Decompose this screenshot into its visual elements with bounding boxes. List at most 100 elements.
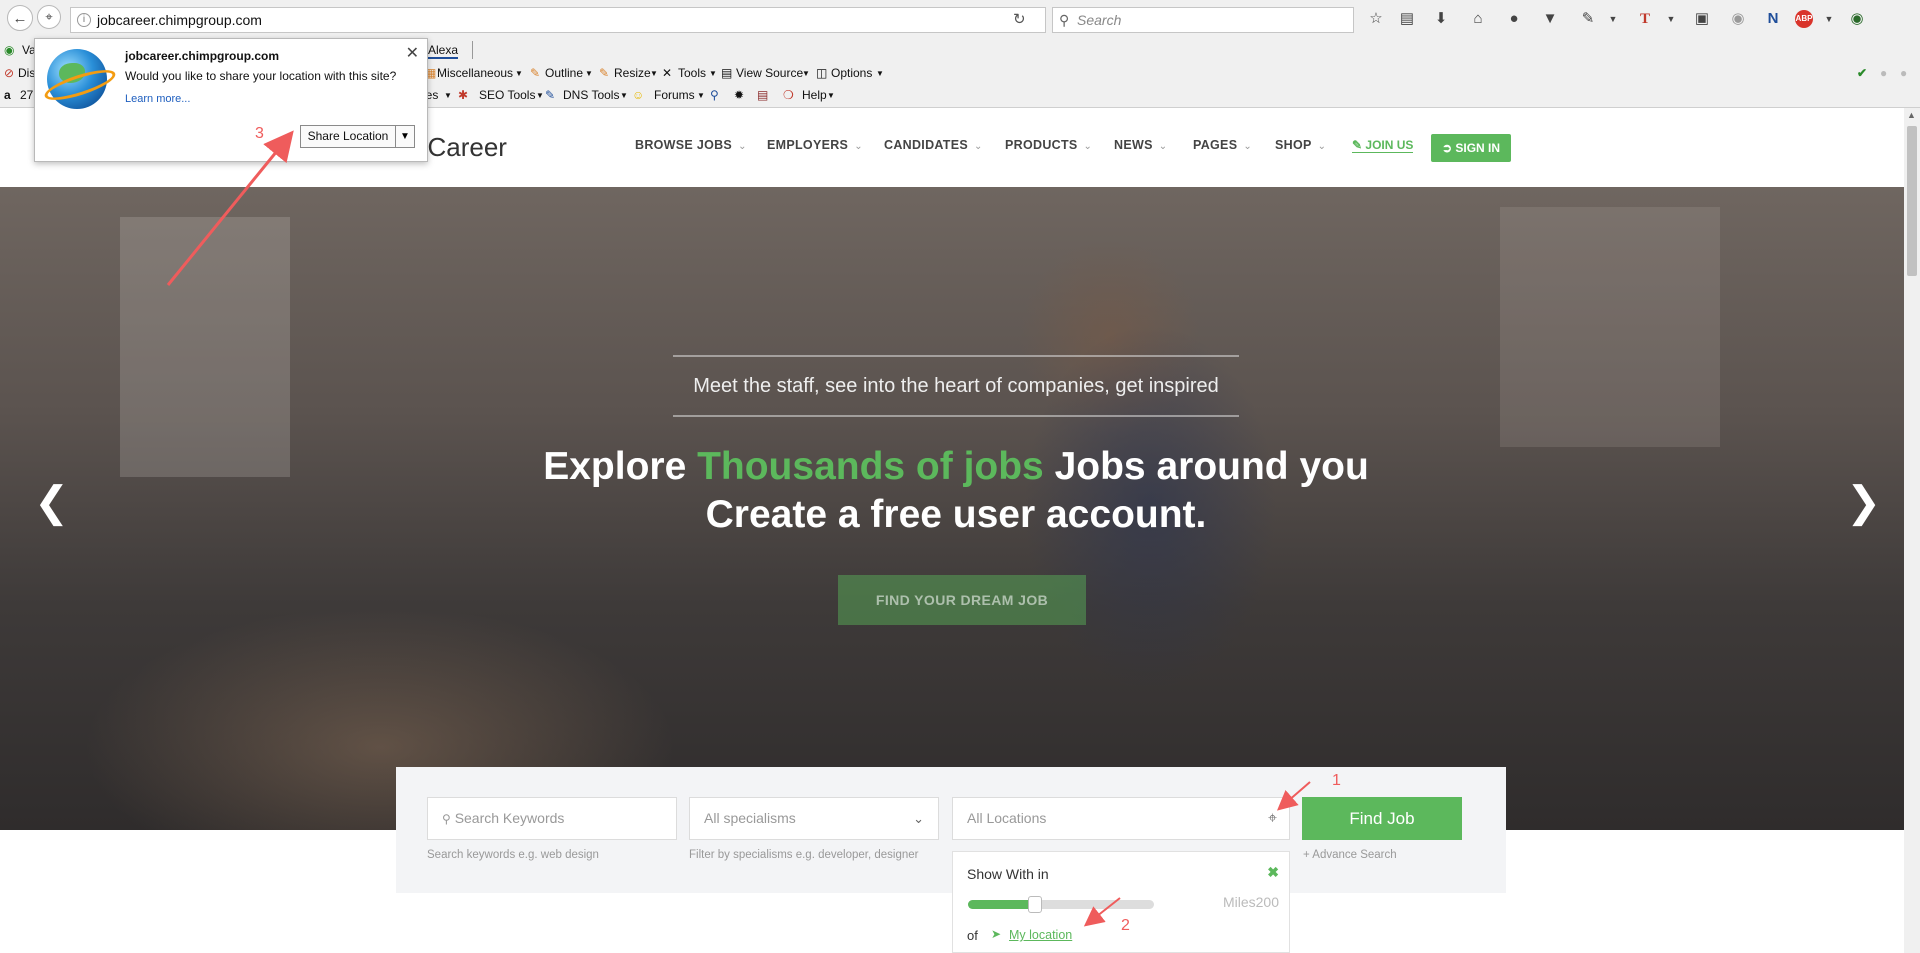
forums-menu[interactable]: Forums — [654, 88, 695, 102]
browser-navbar: ← ⌖ i jobcareer.chimpgroup.com ↻ ⚲ Searc… — [0, 0, 1920, 37]
divider — [472, 41, 473, 59]
ghostery-icon[interactable]: ◉ — [1727, 8, 1749, 30]
hero-banner: Meet the staff, see into the heart of co… — [0, 187, 1904, 830]
divider — [673, 355, 1239, 357]
chevron-down-icon: ▼ — [697, 91, 705, 100]
slider-handle[interactable] — [1027, 896, 1042, 913]
speed-dial-icon[interactable]: ◉ — [1846, 8, 1868, 30]
reading-list-icon[interactable]: ▤ — [1396, 8, 1418, 30]
keywords-placeholder: Search Keywords — [454, 810, 565, 826]
share-location-button[interactable]: Share Location — [300, 125, 396, 148]
nav-label: EMPLOYERS — [767, 138, 849, 152]
wrench-icon: ✎ — [545, 88, 556, 102]
seo-tools-menu[interactable]: SEO Tools — [479, 88, 535, 102]
join-label: JOIN US — [1365, 138, 1414, 152]
my-location-link[interactable]: My location — [1009, 928, 1072, 942]
alexa-link[interactable]: Alexa — [428, 43, 459, 59]
chevron-down-icon: ▼ — [709, 69, 717, 78]
chevron-down-icon: ▼ — [620, 91, 628, 100]
nav-employers[interactable]: EMPLOYERS ⌄ — [767, 138, 863, 152]
help-menu[interactable]: Help — [802, 88, 827, 102]
amazon-icon[interactable]: a — [4, 88, 11, 102]
info-icon[interactable]: i — [77, 13, 91, 27]
find-job-button[interactable]: Find Job — [1302, 797, 1462, 840]
hero-background-window — [120, 217, 290, 477]
disable-icon[interactable]: ⊘ — [4, 66, 14, 80]
url-bar[interactable]: i jobcareer.chimpgroup.com — [70, 7, 1046, 33]
popup-question: Would you like to share your location wi… — [125, 69, 397, 83]
find-dream-job-button[interactable]: FIND YOUR DREAM JOB — [838, 575, 1086, 625]
chevron-down-icon[interactable]: ▼ — [1602, 8, 1624, 30]
sign-in-button[interactable]: ➲ SIGN IN — [1431, 134, 1511, 162]
chevron-down-icon: ▼ — [444, 91, 452, 100]
back-icon[interactable]: ← — [7, 5, 33, 31]
shield-icon[interactable]: ▣ — [1691, 8, 1713, 30]
browser-search-input[interactable]: ⚲ Search — [1052, 7, 1354, 33]
n-extension-icon[interactable]: N — [1762, 8, 1784, 30]
locations-input[interactable]: All Locations ⌖ — [952, 797, 1290, 840]
learn-more-link[interactable]: Learn more... — [125, 93, 190, 105]
slider-prev-arrow-icon[interactable]: ❮ — [34, 477, 69, 526]
location-arrow-icon: ➤ — [991, 927, 1002, 941]
nav-pages[interactable]: PAGES ⌄ — [1193, 138, 1252, 152]
browser-search-placeholder: Search — [1077, 12, 1122, 28]
text-tool-icon[interactable]: T — [1634, 8, 1656, 30]
radius-title: Show With in — [967, 866, 1049, 882]
page-scrollbar[interactable]: ▲ — [1904, 108, 1920, 953]
nav-candidates[interactable]: CANDIDATES ⌄ — [884, 138, 983, 152]
chat-icon[interactable]: ● — [1503, 8, 1525, 30]
toolbar-item[interactable]: Dis — [18, 66, 35, 80]
bookmark-star-icon[interactable]: ☆ — [1365, 8, 1387, 30]
nav-products[interactable]: PRODUCTS ⌄ — [1005, 138, 1092, 152]
pocket-icon[interactable]: ▼ — [1539, 8, 1561, 30]
tools-menu[interactable]: Tools — [678, 66, 706, 80]
scroll-up-icon[interactable]: ▲ — [1907, 110, 1916, 120]
close-icon[interactable]: ✖ — [1267, 864, 1279, 881]
miscellaneous-menu[interactable]: Miscellaneous — [437, 66, 513, 80]
hero-title-text: Explore — [543, 445, 698, 488]
nav-browse-jobs[interactable]: BROWSE JOBS ⌄ — [635, 138, 747, 152]
extension-icon[interactable]: ✎ — [1577, 8, 1599, 30]
outline-menu[interactable]: Outline — [545, 66, 583, 80]
chevron-down-icon: ▼ — [650, 69, 658, 78]
hero-title-line-2: Create a free user account. — [705, 493, 1207, 536]
options-icon: ◫ — [816, 66, 828, 80]
radius-of-label: of — [967, 928, 978, 943]
nav-shop[interactable]: SHOP ⌄ — [1275, 138, 1326, 152]
hero-title-highlight: Thousands of jobs — [697, 445, 1044, 488]
scroll-thumb[interactable] — [1907, 126, 1917, 276]
hero-title-line-1: Explore Thousands of jobs Jobs around yo… — [0, 445, 1904, 489]
advance-search-link[interactable]: + Advance Search — [1303, 849, 1397, 861]
specialisms-select[interactable]: All specialisms ⌄ — [689, 797, 939, 840]
download-icon[interactable]: ⬇ — [1430, 8, 1452, 30]
dns-tools-menu[interactable]: DNS Tools — [563, 88, 619, 102]
nav-label: PAGES — [1193, 138, 1238, 152]
adblock-icon[interactable]: ABP — [1795, 10, 1813, 28]
dollar-icon[interactable]: ◉ — [4, 43, 14, 57]
chevron-down-icon[interactable]: ▼ — [1818, 8, 1840, 30]
crosshair-icon[interactable]: ⌖ — [1268, 798, 1277, 839]
close-icon[interactable]: ✕ — [406, 43, 419, 63]
sign-in-label: SIGN IN — [1455, 141, 1501, 155]
radius-slider[interactable] — [968, 896, 1154, 913]
nav-news[interactable]: NEWS ⌄ — [1114, 138, 1167, 152]
url-host: jobcareer.chimpgroup.com — [97, 12, 262, 28]
magnifier-icon[interactable]: ⚲ — [710, 88, 719, 102]
home-icon[interactable]: ⌂ — [1467, 8, 1489, 30]
join-us-link[interactable]: ✎ JOIN US — [1352, 138, 1414, 153]
spider-icon[interactable]: ✹ — [734, 88, 744, 102]
pencil-icon: ✎ — [1352, 138, 1366, 152]
location-crosshair-icon[interactable]: ⌖ — [37, 5, 61, 29]
chart-icon[interactable]: ▤ — [757, 88, 768, 102]
toolbar-item[interactable]: 27 — [20, 88, 33, 102]
check-icon[interactable]: ✔ — [1857, 66, 1867, 80]
chevron-down-icon[interactable]: ▼ — [1660, 8, 1682, 30]
view-source-menu[interactable]: View Source — [736, 66, 803, 80]
slider-next-arrow-icon[interactable]: ❯ — [1846, 477, 1881, 526]
specialisms-value: All specialisms — [704, 810, 796, 826]
resize-menu[interactable]: Resize — [614, 66, 651, 80]
options-menu[interactable]: Options — [831, 66, 872, 80]
share-options-dropdown[interactable]: ▼ — [396, 125, 415, 148]
reload-icon[interactable]: ↻ — [1013, 10, 1026, 28]
keywords-input[interactable]: ⚲ Search Keywords — [427, 797, 677, 840]
